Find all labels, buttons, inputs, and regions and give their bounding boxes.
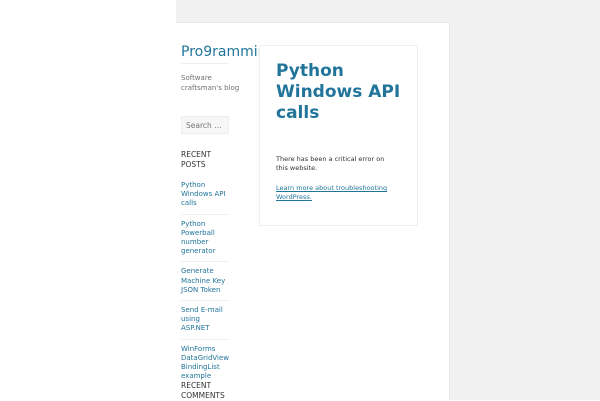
left-background [0,0,176,400]
list-item: Send E-mail using ASP.NET [181,306,229,340]
list-item: Python Powerball number generator [181,220,229,263]
post-link[interactable]: Generate Machine Key JSON Token [181,267,229,295]
error-message: There has been a critical error on this … [276,155,385,172]
search-input[interactable] [181,116,229,134]
post-link[interactable]: WinForms DataGridView BindingList exampl… [181,345,229,382]
post-link[interactable]: Send E-mail using ASP.NET [181,306,229,334]
list-item: Generate Machine Key JSON Token [181,267,229,302]
list-item: Python Windows API calls [181,181,229,215]
post-title[interactable]: Python Windows API calls [276,61,406,124]
post-link[interactable]: Python Windows API calls [181,181,229,209]
post-link[interactable]: Python Powerball number generator [181,220,229,257]
site-tagline: Software craftsman's blog [181,74,240,92]
recent-posts-heading: RECENT POSTS [181,150,212,169]
recent-comments-heading: RECENT COMMENTS [181,381,225,400]
troubleshooting-link[interactable]: Learn more about troubleshooting WordPre… [276,184,396,202]
recent-posts-list: Python Windows API calls Python Powerbal… [181,181,229,391]
divider [181,63,229,64]
